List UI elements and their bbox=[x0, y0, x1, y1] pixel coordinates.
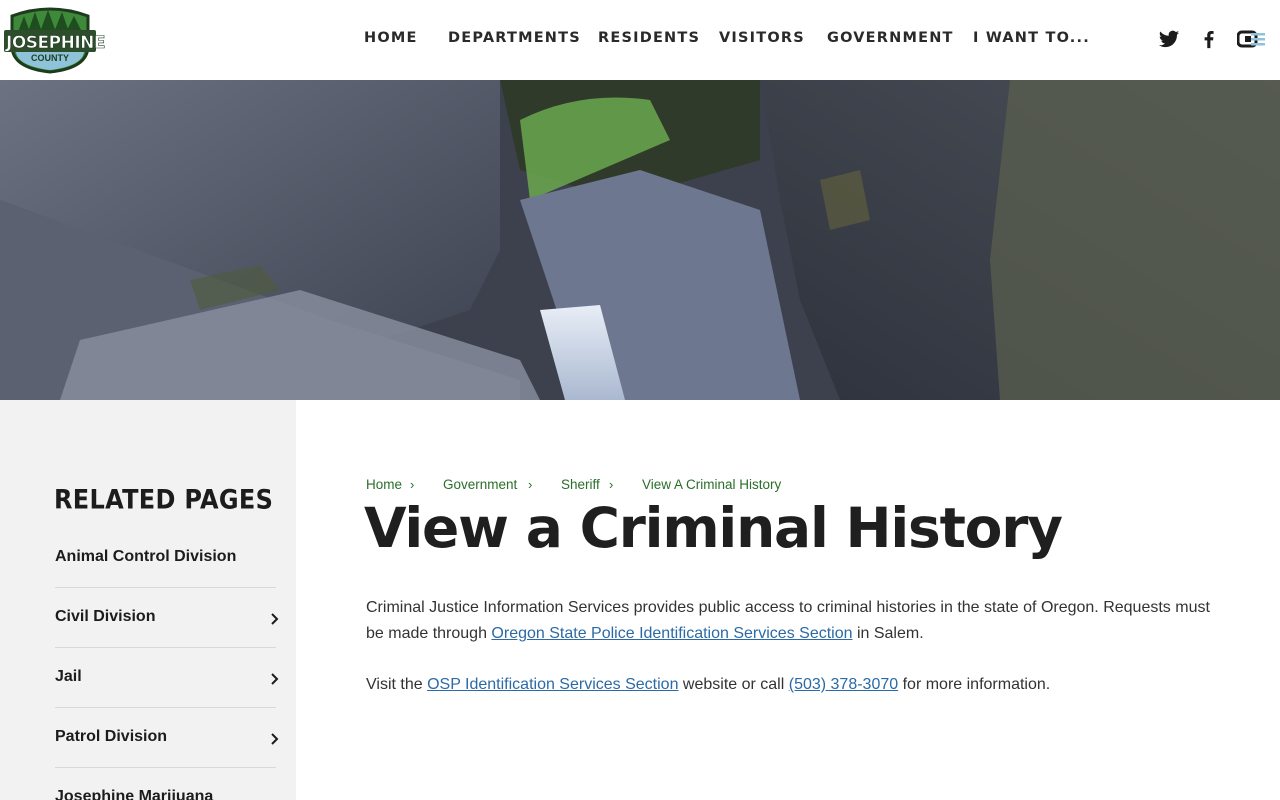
josephine-county-logo[interactable]: JOSEPHINE COUNTY bbox=[4, 6, 106, 74]
nav-residents[interactable]: RESIDENTS bbox=[598, 30, 700, 46]
sidebar-item-josephine-marijuana[interactable]: Josephine Marijuana bbox=[55, 768, 276, 800]
paragraph-text: website or call bbox=[678, 676, 789, 693]
breadcrumb-sheriff[interactable]: Sheriff bbox=[561, 477, 600, 492]
nav-departments[interactable]: DEPARTMENTS bbox=[448, 30, 581, 46]
nav-home[interactable]: HOME bbox=[364, 30, 418, 46]
site-header: JOSEPHINE COUNTY HOME DEPARTMENTS RESIDE… bbox=[0, 0, 1280, 80]
phone-link[interactable]: (503) 378-3070 bbox=[789, 676, 898, 693]
paragraph-text: for more information. bbox=[898, 676, 1051, 693]
breadcrumb-government[interactable]: Government bbox=[443, 477, 517, 492]
contact-paragraph: Visit the OSP Identification Services Se… bbox=[366, 672, 1226, 698]
chevron-right-icon[interactable] bbox=[270, 673, 280, 685]
sidebar-title: RELATED PAGES bbox=[54, 484, 274, 516]
paragraph-text: Visit the bbox=[366, 676, 428, 693]
sidebar-item-civil-division[interactable]: Civil Division bbox=[55, 588, 279, 648]
nav-government[interactable]: GOVERNMENT bbox=[827, 30, 954, 46]
facebook-icon[interactable] bbox=[1198, 28, 1220, 50]
sidebar-item-label: Animal Control Division bbox=[55, 548, 237, 565]
breadcrumb-current: View A Criminal History bbox=[642, 477, 782, 492]
hero-banner-image bbox=[0, 80, 1280, 400]
breadcrumb-separator-icon: › bbox=[609, 477, 614, 492]
sidebar-item-label: Josephine Marijuana bbox=[55, 788, 214, 800]
osp-identification-link[interactable]: Oregon State Police Identification Servi… bbox=[491, 625, 852, 642]
breadcrumb-separator-icon: › bbox=[410, 477, 415, 492]
sidebar-item-animal-control[interactable]: Animal Control Division bbox=[55, 528, 276, 588]
chevron-right-icon[interactable] bbox=[270, 733, 280, 745]
twitter-icon[interactable] bbox=[1158, 28, 1180, 50]
sidebar-item-jail[interactable]: Jail bbox=[55, 648, 279, 708]
sidebar-item-label: Jail bbox=[55, 668, 82, 685]
chevron-right-icon[interactable] bbox=[270, 613, 280, 625]
page-title: View a Criminal History bbox=[364, 496, 1063, 560]
sidebar-item-patrol-division[interactable]: Patrol Division bbox=[55, 708, 279, 768]
osp-website-link[interactable]: OSP Identification Services Section bbox=[427, 676, 678, 693]
sidebar-item-label: Civil Division bbox=[55, 608, 156, 625]
nav-visitors[interactable]: VISITORS bbox=[719, 30, 805, 46]
logo-name: JOSEPHINE bbox=[6, 33, 106, 54]
other-social-icon[interactable] bbox=[1236, 28, 1265, 50]
logo-subtitle: COUNTY bbox=[31, 53, 69, 63]
breadcrumb-separator-icon: › bbox=[528, 477, 533, 492]
intro-paragraph: Criminal Justice Information Services pr… bbox=[366, 595, 1226, 647]
sidebar-item-label: Patrol Division bbox=[55, 728, 168, 745]
nav-i-want-to[interactable]: I WANT TO... bbox=[973, 30, 1090, 46]
breadcrumb-home[interactable]: Home bbox=[366, 477, 402, 492]
paragraph-text: in Salem. bbox=[852, 625, 924, 642]
